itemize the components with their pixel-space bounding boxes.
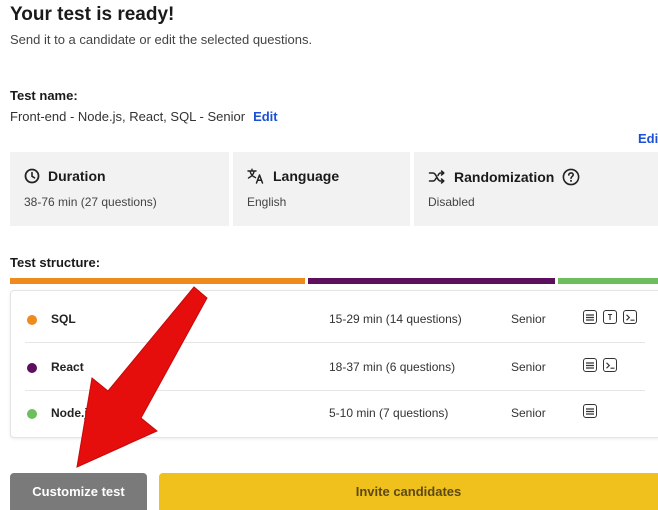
page-title: Your test is ready! <box>10 4 175 25</box>
page-subtitle: Send it to a candidate or edit the selec… <box>10 32 313 47</box>
edit-settings-link[interactable]: Edi <box>638 131 658 146</box>
shuffle-icon <box>428 169 446 185</box>
skill-level: Senior <box>511 406 546 420</box>
table-row[interactable]: React 18-37 min (6 questions) Senior <box>11 343 645 391</box>
invite-candidates-button[interactable]: Invite candidates <box>159 473 658 510</box>
skill-duration: 15-29 min (14 questions) <box>329 312 462 326</box>
randomization-card: Randomization Disabled <box>414 152 658 226</box>
document-icon <box>583 358 597 372</box>
nodejs-color-dot <box>27 409 37 419</box>
skill-level: Senior <box>511 360 546 374</box>
skill-name: Node.js <box>51 406 95 420</box>
table-row[interactable]: Node.js 5-10 min (7 questions) Senior <box>11 389 645 437</box>
terminal-icon <box>603 358 617 372</box>
document-icon <box>583 310 597 324</box>
randomization-label: Randomization <box>454 169 555 185</box>
test-name-row: Front-end - Node.js, React, SQL - Senior… <box>10 109 278 124</box>
test-structure-table: SQL 15-29 min (14 questions) Senior T Re… <box>10 290 658 438</box>
terminal-icon <box>623 310 637 324</box>
randomization-value: Disabled <box>428 195 475 209</box>
test-name-value: Front-end - Node.js, React, SQL - Senior <box>10 109 246 124</box>
text-icon: T <box>603 310 617 324</box>
test-name-label: Test name: <box>10 88 78 103</box>
document-icon <box>583 404 597 418</box>
language-card: Language English <box>233 152 410 226</box>
edit-test-name-link[interactable]: Edit <box>253 109 278 124</box>
skill-name: SQL <box>51 312 76 326</box>
skill-duration: 18-37 min (6 questions) <box>329 360 456 374</box>
skill-duration: 5-10 min (7 questions) <box>329 406 449 420</box>
customize-test-button[interactable]: Customize test <box>10 473 147 510</box>
language-value: English <box>247 195 287 209</box>
structure-bar-sql <box>10 278 305 284</box>
translate-icon <box>247 168 265 184</box>
structure-bar-react <box>308 278 555 284</box>
test-structure-label: Test structure: <box>10 255 101 270</box>
structure-bar-nodejs <box>558 278 658 284</box>
duration-value: 38-76 min (27 questions) <box>24 195 157 209</box>
clock-icon <box>24 168 40 184</box>
skill-level: Senior <box>511 312 546 326</box>
table-row[interactable]: SQL 15-29 min (14 questions) Senior T <box>11 295 645 343</box>
language-label: Language <box>273 168 340 184</box>
duration-label: Duration <box>48 168 106 184</box>
duration-card: Duration 38-76 min (27 questions) <box>10 152 229 226</box>
sql-color-dot <box>27 315 37 325</box>
skill-name: React <box>51 360 84 374</box>
help-icon[interactable] <box>562 168 580 186</box>
react-color-dot <box>27 363 37 373</box>
